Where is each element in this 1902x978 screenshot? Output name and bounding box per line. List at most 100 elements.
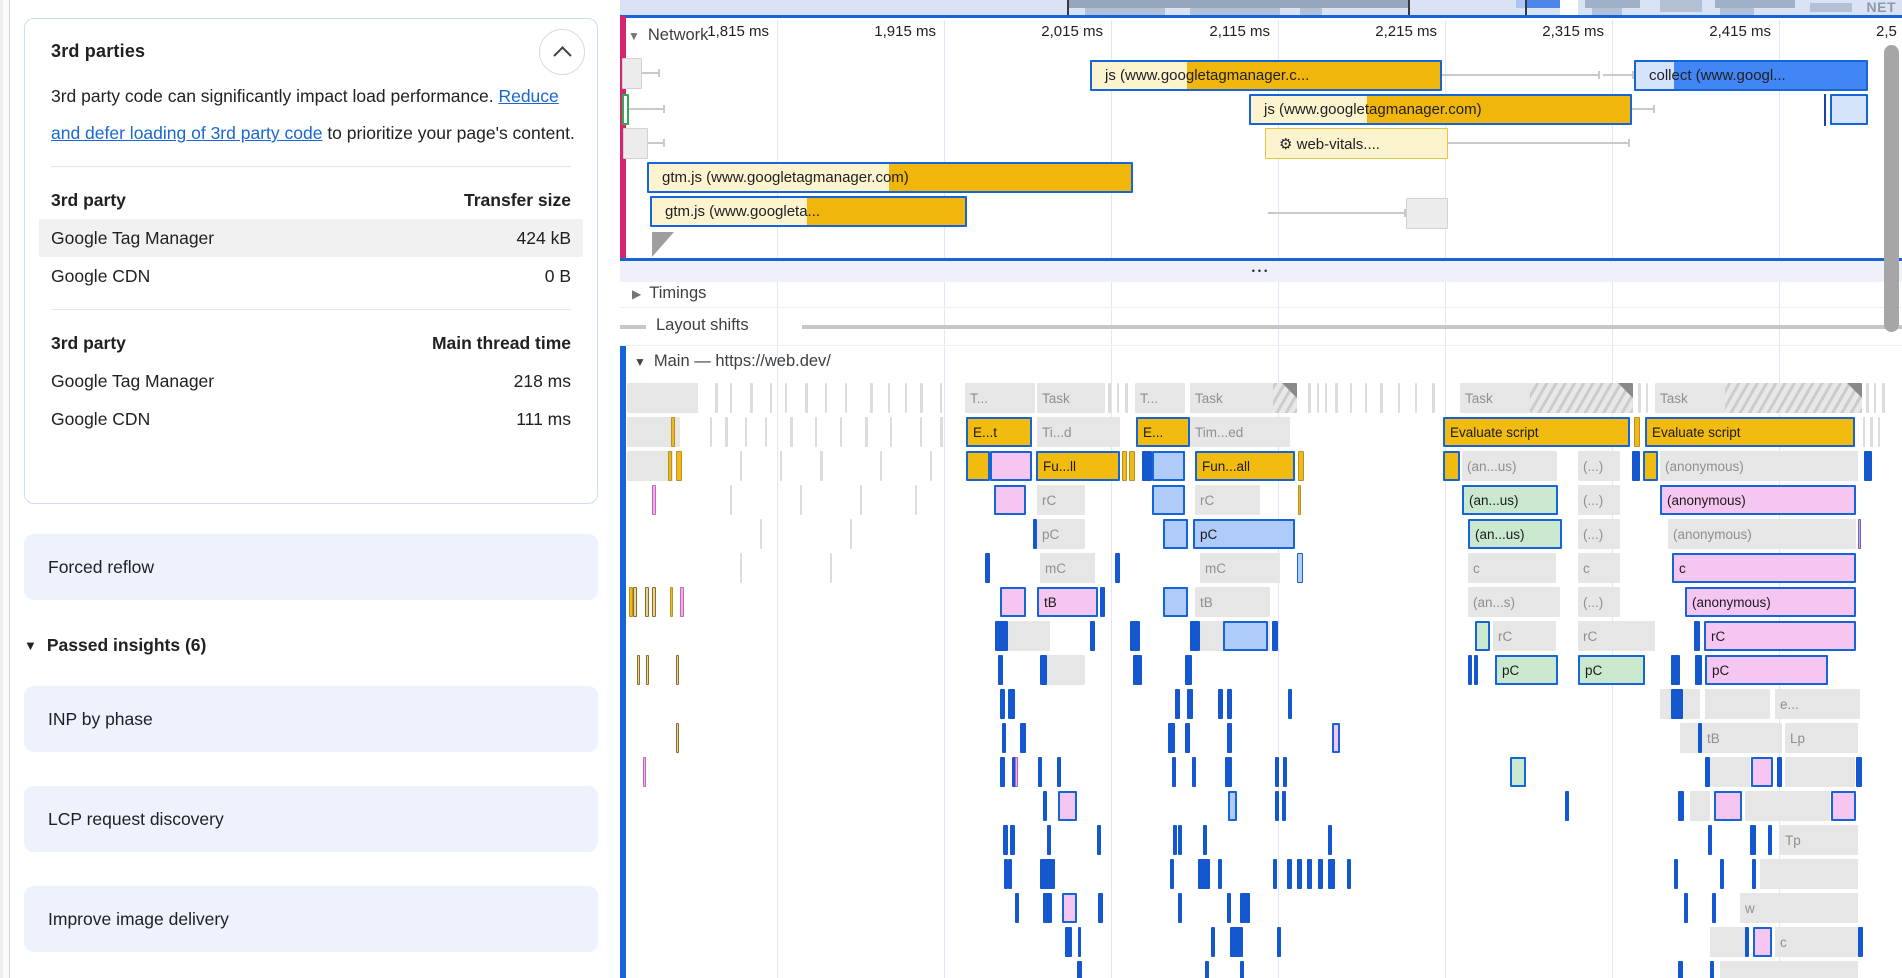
flame-entry[interactable]	[1874, 383, 1876, 413]
flame-entry[interactable]	[671, 417, 675, 447]
flame-entry[interactable]	[1218, 689, 1223, 719]
flame-entry[interactable]	[1745, 791, 1830, 821]
flame-entry[interactable]	[1117, 383, 1119, 413]
flame-entry[interactable]	[1108, 383, 1111, 413]
flame-entry[interactable]	[1152, 485, 1185, 515]
network-request-bar[interactable]: collect (www.googl...	[1634, 60, 1868, 91]
flame-entry[interactable]	[920, 417, 922, 447]
flame-entry[interactable]	[1043, 893, 1052, 923]
flame-entry[interactable]	[1632, 451, 1640, 481]
network-request-bar[interactable]: gtm.js (www.googletagmanager.com)	[647, 162, 1133, 193]
flame-entry[interactable]	[627, 383, 698, 413]
flame-entry[interactable]	[1710, 757, 1750, 787]
flame-entry[interactable]	[1777, 757, 1782, 787]
flame-entry[interactable]	[1240, 961, 1244, 978]
network-request-bar[interactable]	[622, 94, 629, 125]
flame-entry[interactable]	[740, 553, 742, 583]
flame-entry[interactable]	[1318, 859, 1323, 889]
flame-entry[interactable]: Task	[1190, 383, 1273, 413]
flame-entry[interactable]	[1125, 383, 1128, 413]
flame-entry[interactable]	[966, 451, 990, 481]
flame-entry[interactable]	[1170, 859, 1174, 889]
flame-entry[interactable]	[1720, 859, 1724, 889]
flame-entry[interactable]	[1152, 451, 1185, 481]
flame-entry[interactable]	[1185, 655, 1192, 685]
flame-entry[interactable]	[1638, 383, 1641, 413]
flame-entry[interactable]	[1273, 859, 1277, 889]
flame-entry[interactable]	[668, 451, 672, 481]
flame-entry[interactable]: (...)	[1578, 587, 1620, 617]
flame-entry[interactable]	[1307, 859, 1312, 889]
flame-entry[interactable]	[1690, 791, 1710, 821]
flame-entry[interactable]: T...	[965, 383, 1035, 413]
flame-entry[interactable]	[870, 383, 873, 413]
flame-entry[interactable]	[633, 587, 637, 617]
flame-entry[interactable]	[1328, 859, 1335, 889]
flame-entry[interactable]	[1020, 723, 1026, 753]
flame-entry[interactable]	[1530, 383, 1633, 413]
flame-entry[interactable]	[940, 417, 943, 447]
flame-entry[interactable]	[1710, 961, 1714, 978]
flame-entry[interactable]	[1752, 859, 1756, 889]
flame-entry[interactable]	[1634, 417, 1640, 447]
flame-entry[interactable]	[1283, 757, 1287, 787]
flame-entry[interactable]	[1122, 451, 1127, 481]
flame-entry[interactable]	[880, 451, 882, 481]
flame-entry[interactable]: (...)	[1578, 519, 1620, 549]
flame-entry[interactable]: (...)	[1578, 485, 1620, 515]
flame-entry[interactable]	[1325, 383, 1327, 413]
network-request-bar[interactable]	[623, 128, 648, 159]
flame-entry[interactable]	[652, 587, 656, 617]
flame-entry[interactable]: (anonymous)	[1668, 519, 1856, 549]
vertical-scrollbar-thumb[interactable]	[1884, 45, 1899, 332]
forced-reflow-card[interactable]: Forced reflow	[24, 534, 598, 600]
flame-entry[interactable]	[1831, 791, 1856, 821]
inp-by-phase-card[interactable]: INP by phase	[24, 686, 598, 752]
flame-entry[interactable]	[1038, 757, 1042, 787]
table-row[interactable]: Google CDN 111 ms	[39, 400, 583, 438]
flame-entry[interactable]	[740, 451, 742, 481]
flame-entry[interactable]	[1415, 383, 1417, 413]
flame-entry[interactable]	[1287, 859, 1292, 889]
table-row[interactable]: Google CDN 0 B	[39, 257, 583, 295]
flame-entry[interactable]	[1684, 893, 1688, 923]
flame-entry[interactable]	[1712, 893, 1716, 923]
flame-entry[interactable]	[1010, 825, 1015, 855]
flame-entry[interactable]	[646, 655, 649, 685]
collapse-insight-button[interactable]	[539, 29, 585, 75]
flame-entry[interactable]	[1227, 723, 1232, 753]
flame-entry[interactable]: (anonymous)	[1685, 587, 1856, 617]
flame-entry[interactable]	[1015, 757, 1018, 787]
flame-entry[interactable]	[865, 417, 868, 447]
flame-entry[interactable]	[1187, 689, 1193, 719]
flame-entry[interactable]: T...	[1135, 383, 1185, 413]
flame-entry[interactable]	[1750, 825, 1756, 855]
flame-entry[interactable]	[1000, 587, 1026, 617]
flame-entry[interactable]	[1714, 791, 1742, 821]
flame-entry[interactable]	[905, 383, 907, 413]
flame-entry[interactable]	[1751, 757, 1773, 787]
flame-entry[interactable]	[1365, 383, 1367, 413]
flame-entry[interactable]	[1003, 825, 1008, 855]
flame-entry[interactable]	[1646, 383, 1648, 413]
table-row[interactable]: Google Tag Manager 424 kB	[39, 219, 583, 257]
flame-entry[interactable]	[1227, 893, 1231, 923]
flame-entry[interactable]	[998, 655, 1003, 685]
flame-entry[interactable]: w	[1740, 893, 1858, 923]
flame-entry[interactable]	[1172, 757, 1176, 787]
flame-entry[interactable]: rC	[1578, 621, 1655, 651]
flame-entry[interactable]	[1077, 961, 1082, 978]
main-track-header[interactable]: ▼Main — https://web.dev/	[620, 346, 1902, 382]
flame-entry[interactable]: pC	[1495, 655, 1558, 685]
flame-entry[interactable]	[995, 621, 1008, 651]
flame-entry[interactable]	[730, 383, 732, 413]
flame-entry[interactable]	[1866, 383, 1869, 413]
flame-entry[interactable]	[1240, 893, 1250, 923]
timings-track[interactable]: ▶Timings	[620, 281, 1902, 308]
flame-entry[interactable]	[1335, 383, 1338, 413]
network-track-header[interactable]: ▼Network	[628, 26, 708, 45]
flame-entry[interactable]	[627, 451, 673, 481]
network-request-bar[interactable]: js (www.googletagmanager.com)	[1249, 94, 1632, 125]
flame-entry[interactable]: E...	[1136, 417, 1190, 447]
flame-entry[interactable]	[780, 451, 782, 481]
